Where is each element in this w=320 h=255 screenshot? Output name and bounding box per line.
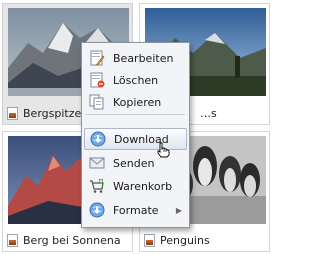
image-file-icon (7, 233, 18, 247)
gallery-item-caption: Berg bei Sonnena (23, 233, 121, 247)
image-file-icon (7, 106, 18, 120)
download-globe-icon (90, 131, 106, 147)
menu-item-warenkorb[interactable]: Warenkorb (84, 175, 187, 197)
envelope-icon (89, 157, 105, 169)
menu-separator (86, 114, 185, 115)
delete-document-icon (90, 72, 105, 88)
menu-item-label: Formate (113, 203, 159, 217)
menu-item-bearbeiten[interactable]: Bearbeiten (84, 47, 187, 69)
formats-globe-icon (89, 202, 105, 218)
copy-document-icon (89, 94, 104, 110)
gallery-item-caption: Penguins (160, 233, 210, 247)
menu-item-label: Bearbeiten (113, 51, 174, 65)
menu-item-download[interactable]: Download (84, 128, 187, 150)
menu-item-label: Senden (113, 156, 155, 170)
menu-item-label: Kopieren (113, 95, 162, 109)
gallery-item-caption: …s (200, 106, 217, 120)
submenu-arrow-icon: ▶ (175, 205, 182, 215)
context-menu: Bearbeiten Löschen Kopieren Download Sen… (81, 42, 190, 228)
menu-item-kopieren[interactable]: Kopieren (84, 91, 187, 113)
hand-cursor-icon (157, 142, 170, 158)
image-file-icon (144, 233, 155, 247)
menu-item-label: Löschen (113, 73, 159, 87)
menu-item-loeschen[interactable]: Löschen (84, 69, 187, 91)
shopping-cart-icon (90, 179, 104, 193)
menu-item-formate[interactable]: Formate ▶ (84, 199, 187, 221)
menu-item-senden[interactable]: Senden (84, 152, 187, 174)
gallery-item-caption: Bergspitze (23, 106, 82, 120)
menu-item-label: Warenkorb (113, 179, 173, 193)
edit-document-icon (90, 50, 105, 66)
